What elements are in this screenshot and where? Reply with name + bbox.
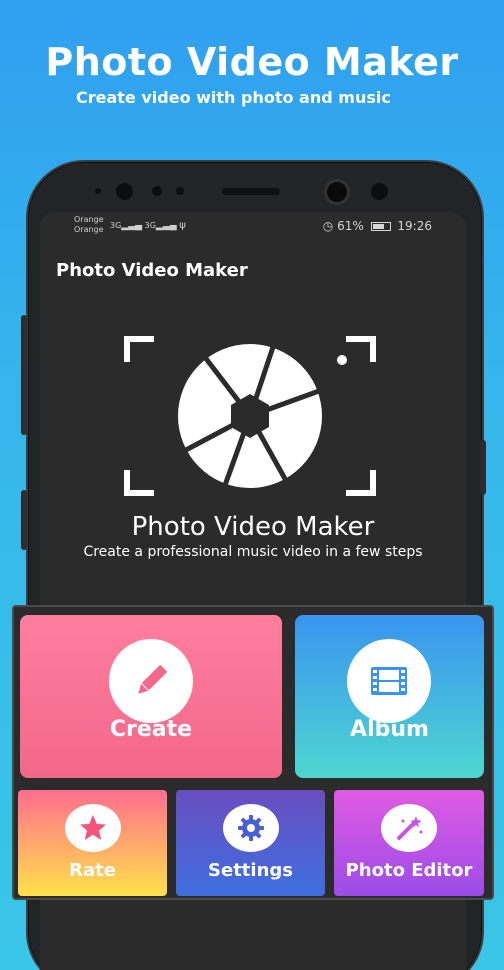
phone-power-button: [480, 440, 486, 495]
phone-speaker: [222, 188, 280, 195]
pencil-icon: [138, 665, 167, 694]
battery-percent: 61%: [337, 219, 364, 233]
logo-title: Photo Video Maker: [131, 512, 375, 542]
phone-side-button: [21, 490, 27, 550]
main-menu-panel: Create Album Rate Settings Photo Editor: [12, 605, 494, 900]
phone-sensor: [95, 188, 101, 194]
carrier-1: Orange: [74, 215, 104, 224]
usb-icon: ψ: [179, 220, 186, 231]
photo-editor-icon-circle: [381, 804, 437, 852]
status-bar: Orange Orange 3G▂▃▄ 3G▂▃▄ ψ ◷ 61% 19:26: [40, 212, 466, 240]
photo-editor-button[interactable]: Photo Editor: [334, 790, 484, 896]
phone-iris-scanner: [324, 179, 350, 205]
album-button[interactable]: Album: [295, 615, 484, 778]
star-icon: [80, 815, 106, 840]
promo-title: Photo Video Maker: [45, 40, 459, 84]
app-title: Photo Video Maker: [56, 260, 248, 281]
rate-icon-circle: [65, 804, 121, 852]
create-label: Create: [109, 717, 193, 742]
album-label: Album: [350, 717, 429, 742]
create-icon-circle: [109, 639, 193, 723]
rate-button[interactable]: Rate: [18, 790, 167, 896]
phone-sensor: [152, 186, 162, 196]
promo-subtitle: Create video with photo and music: [76, 88, 391, 107]
status-right: ◷ 61% 19:26: [323, 219, 432, 233]
create-button[interactable]: Create: [20, 615, 282, 778]
settings-icon-circle: [223, 804, 279, 852]
photo-editor-label: Photo Editor: [345, 860, 473, 881]
battery-icon: [370, 222, 391, 231]
signal-icon: 3G▂▃▄ 3G▂▃▄ ψ: [110, 220, 186, 231]
alarm-icon: ◷: [322, 219, 334, 233]
clock: 19:26: [397, 219, 432, 233]
magic-wand-icon: [397, 816, 423, 840]
carrier-2: Orange: [74, 225, 104, 234]
aperture-logo-icon: [124, 336, 376, 496]
phone-sensor: [371, 183, 388, 200]
rate-label: Rate: [69, 860, 116, 881]
phone-volume-button: [21, 315, 27, 435]
album-icon-circle: [347, 639, 431, 723]
settings-button[interactable]: Settings: [176, 790, 325, 896]
settings-label: Settings: [208, 860, 293, 881]
logo-subtitle: Create a professional music video in a f…: [83, 544, 423, 560]
signal-2-label: 3G: [144, 221, 156, 230]
signal-1-label: 3G: [110, 221, 122, 230]
phone-front-camera: [116, 183, 133, 200]
carrier-info: Orange Orange: [74, 215, 104, 235]
gear-icon: [238, 815, 264, 841]
phone-sensor: [176, 187, 184, 195]
film-icon: [371, 667, 407, 695]
